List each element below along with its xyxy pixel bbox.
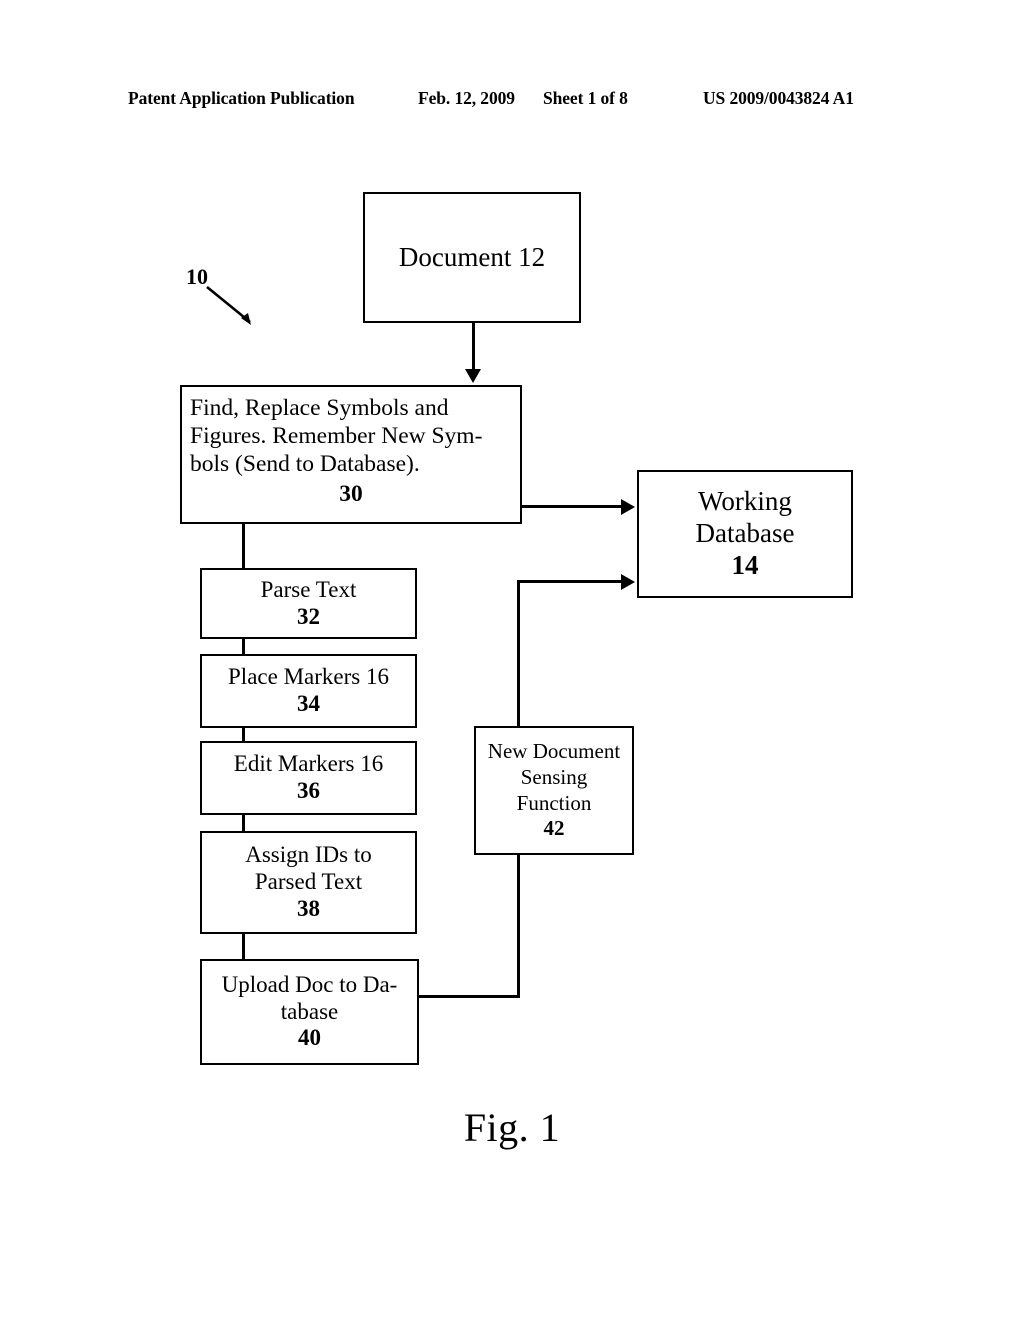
node-assign-ids-38[interactable]: Assign IDs to Parsed Text 38: [200, 831, 417, 934]
node-place-markers-ref: 34: [297, 691, 320, 716]
node-working-database-ref: 14: [731, 549, 759, 580]
node-find-replace-line1: Find, Replace Symbols and: [190, 395, 449, 421]
node-new-doc-sensing-ref: 42: [543, 816, 565, 841]
node-parse-text-label: Parse Text: [260, 576, 357, 602]
node-assign-ids-ref: 38: [297, 895, 320, 921]
connector-place-to-edit: [242, 727, 245, 742]
connector-upload-to-sensing: [419, 995, 520, 998]
connector-find-to-parse: [242, 524, 245, 569]
node-upload-doc-line1: Upload Doc to Da-: [221, 971, 398, 997]
node-new-doc-sensing-line3: Function: [516, 790, 592, 815]
connector-edit-to-assign: [242, 814, 245, 832]
node-place-markers-34[interactable]: Place Markers 16 34: [200, 654, 417, 728]
node-new-doc-sensing-line1: New Document: [487, 739, 621, 764]
node-upload-doc-40[interactable]: Upload Doc to Da- tabase 40: [200, 959, 419, 1065]
node-find-replace-ref: 30: [339, 480, 363, 507]
node-find-replace-line2: Figures. Remember New Sym-: [190, 423, 483, 450]
node-working-database-line2: Database: [695, 518, 795, 549]
arrowhead-document-to-find-icon: [465, 369, 481, 383]
node-assign-ids-line2: Parsed Text: [254, 869, 363, 895]
connector-upload-riser: [517, 855, 520, 998]
node-working-database-line1: Working: [698, 486, 792, 517]
arrowhead-find-to-database-icon: [621, 499, 635, 515]
patent-sheet-page: Patent Application Publication Feb. 12, …: [0, 0, 1024, 1320]
connector-assign-to-upload: [242, 933, 245, 960]
node-upload-doc-line2: tabase: [280, 998, 339, 1024]
node-edit-markers-label: Edit Markers 16: [233, 751, 384, 777]
connector-document-to-find: [472, 323, 475, 371]
node-assign-ids-line1: Assign IDs to: [245, 842, 372, 868]
node-new-doc-sensing-42[interactable]: New Document Sensing Function 42: [474, 726, 634, 855]
connector-parse-to-place: [242, 638, 245, 655]
node-edit-markers-36[interactable]: Edit Markers 16 36: [200, 741, 417, 815]
node-document-12-label: Document 12: [398, 241, 546, 272]
node-find-replace-30[interactable]: Find, Replace Symbols and Figures. Remem…: [180, 385, 522, 524]
node-edit-markers-ref: 36: [297, 778, 320, 803]
callout-arrow-icon: [206, 285, 251, 325]
figure-caption: Fig. 1: [463, 1105, 561, 1150]
node-upload-doc-ref: 40: [298, 1025, 321, 1051]
node-find-replace-line3: bols (Send to Database).: [190, 451, 420, 478]
node-document-12[interactable]: Document 12: [363, 192, 581, 323]
connector-sensing-to-database: [517, 580, 623, 583]
connector-find-to-database: [522, 505, 623, 508]
node-working-database-14[interactable]: Working Database 14: [637, 470, 853, 598]
node-parse-text-32[interactable]: Parse Text 32: [200, 568, 417, 639]
node-parse-text-ref: 32: [297, 603, 320, 629]
connector-sensing-riser: [517, 580, 520, 727]
arrowhead-sensing-to-database-icon: [621, 574, 635, 590]
node-place-markers-label: Place Markers 16: [228, 664, 389, 690]
node-new-doc-sensing-line2: Sensing: [520, 764, 588, 789]
